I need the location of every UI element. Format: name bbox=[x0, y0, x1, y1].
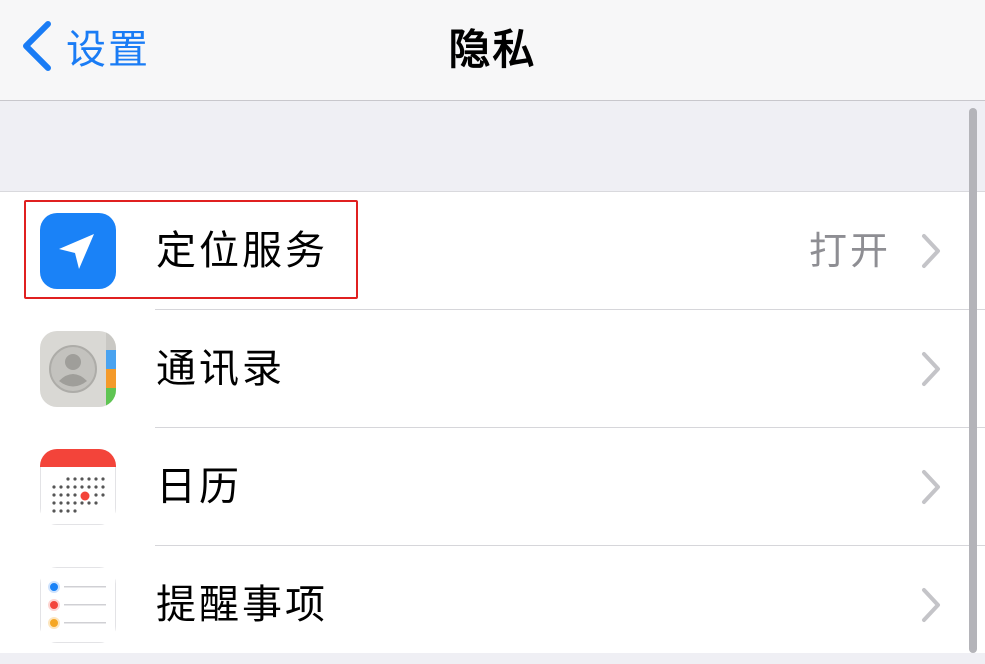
contacts-icon bbox=[40, 331, 116, 407]
page-title: 隐私 bbox=[448, 25, 537, 74]
list-item-reminders[interactable]: 提醒事项 bbox=[0, 546, 985, 664]
list-item-label: 通讯录 bbox=[156, 346, 285, 392]
highlight-box bbox=[24, 200, 358, 299]
list-item-calendar[interactable]: 日历 bbox=[0, 428, 985, 546]
chevron-right-icon bbox=[920, 586, 942, 624]
list-item-label: 日历 bbox=[156, 464, 242, 510]
calendar-icon bbox=[40, 449, 116, 525]
list-item-contacts[interactable]: 通讯录 bbox=[0, 310, 985, 428]
chevron-right-icon bbox=[920, 468, 942, 506]
reminders-icon bbox=[40, 567, 116, 643]
list-item-label: 提醒事项 bbox=[156, 582, 328, 628]
chevron-right-icon bbox=[920, 350, 942, 388]
section-spacer bbox=[0, 101, 985, 192]
scrollbar[interactable] bbox=[969, 108, 977, 653]
chevron-right-icon bbox=[920, 232, 942, 270]
list-item-value: 打开 bbox=[808, 229, 891, 273]
navigation-bar: 设置 隐私 bbox=[0, 0, 985, 101]
